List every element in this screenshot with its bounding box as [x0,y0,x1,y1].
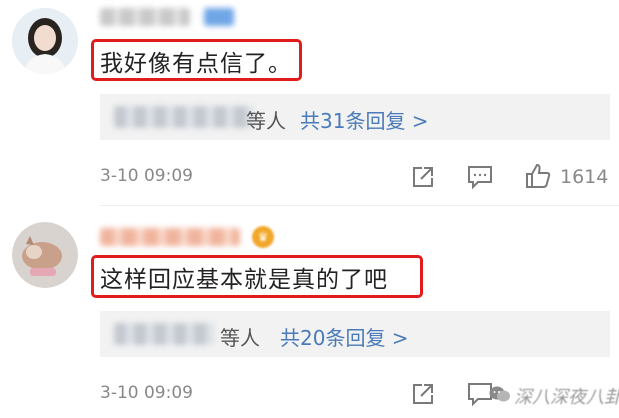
view-replies-link[interactable]: 共20条回复 > [280,322,409,351]
commenter-name-blurred[interactable] [100,8,190,26]
vip-badge-icon [204,8,234,26]
comment-icon[interactable] [466,164,494,190]
avatar-cat-photo [12,222,78,288]
wechat-icon [489,385,511,403]
reply-names-blurred [114,323,214,345]
comment-timestamp: 3-10 09:09 [100,383,193,403]
comment-text: 我好像有点信了。 [100,51,292,77]
like-count: 1614 [560,166,609,188]
commenter-name-blurred[interactable] [100,228,240,246]
like-icon[interactable] [524,162,552,190]
comment-text: 这样回应基本就是真的了吧 [100,267,388,293]
reply-suffix: 等人 [220,326,260,350]
reply-suffix: 等人 [246,109,286,133]
comment-timestamp: 3-10 09:09 [100,166,193,186]
share-icon[interactable] [410,381,436,407]
comment-divider [100,205,619,206]
commenter-avatar[interactable] [12,8,78,74]
commenter-avatar[interactable] [12,222,78,288]
share-icon[interactable] [410,164,436,190]
watermark-text: 深八深夜八卦 [514,387,619,408]
vip-badge-icon: ♛ [252,226,274,248]
reply-names-blurred [114,106,254,128]
avatar-portrait [12,8,78,74]
view-replies-link[interactable]: 共31条回复 > [300,105,429,134]
